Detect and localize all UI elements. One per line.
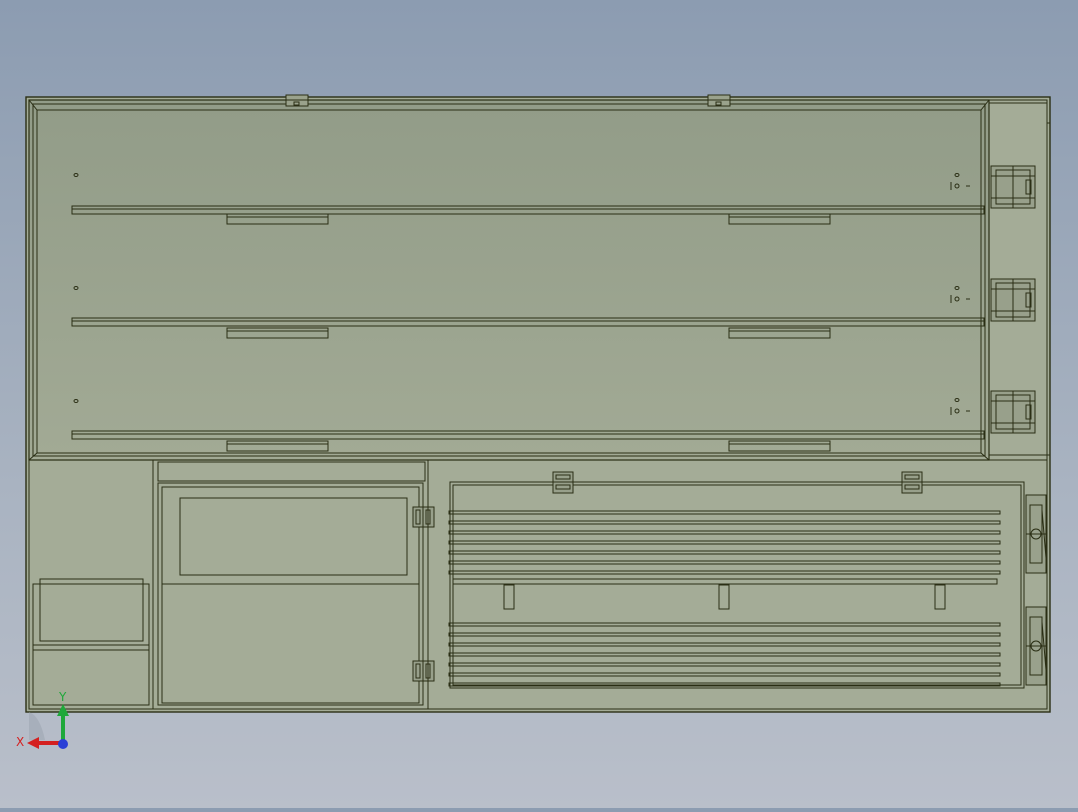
top-clip	[285, 94, 309, 107]
door-hinge	[901, 471, 923, 494]
top-lid	[28, 94, 990, 461]
top-clip	[707, 94, 731, 107]
z-axis-dot	[58, 739, 68, 749]
door-hinge	[552, 471, 574, 494]
door-hinge	[412, 506, 435, 528]
right-hinge	[990, 165, 1036, 209]
right-hinge	[990, 390, 1036, 434]
door-hinge	[412, 660, 435, 682]
x-axis-label: X	[16, 735, 24, 749]
side-latch	[1025, 606, 1047, 686]
side-latch	[1025, 494, 1047, 574]
right-hinge	[990, 278, 1036, 322]
y-axis-label: Y	[58, 690, 67, 704]
cad-viewport[interactable]: Y X	[0, 0, 1078, 808]
cad-drawing: Y X	[16, 94, 1051, 749]
